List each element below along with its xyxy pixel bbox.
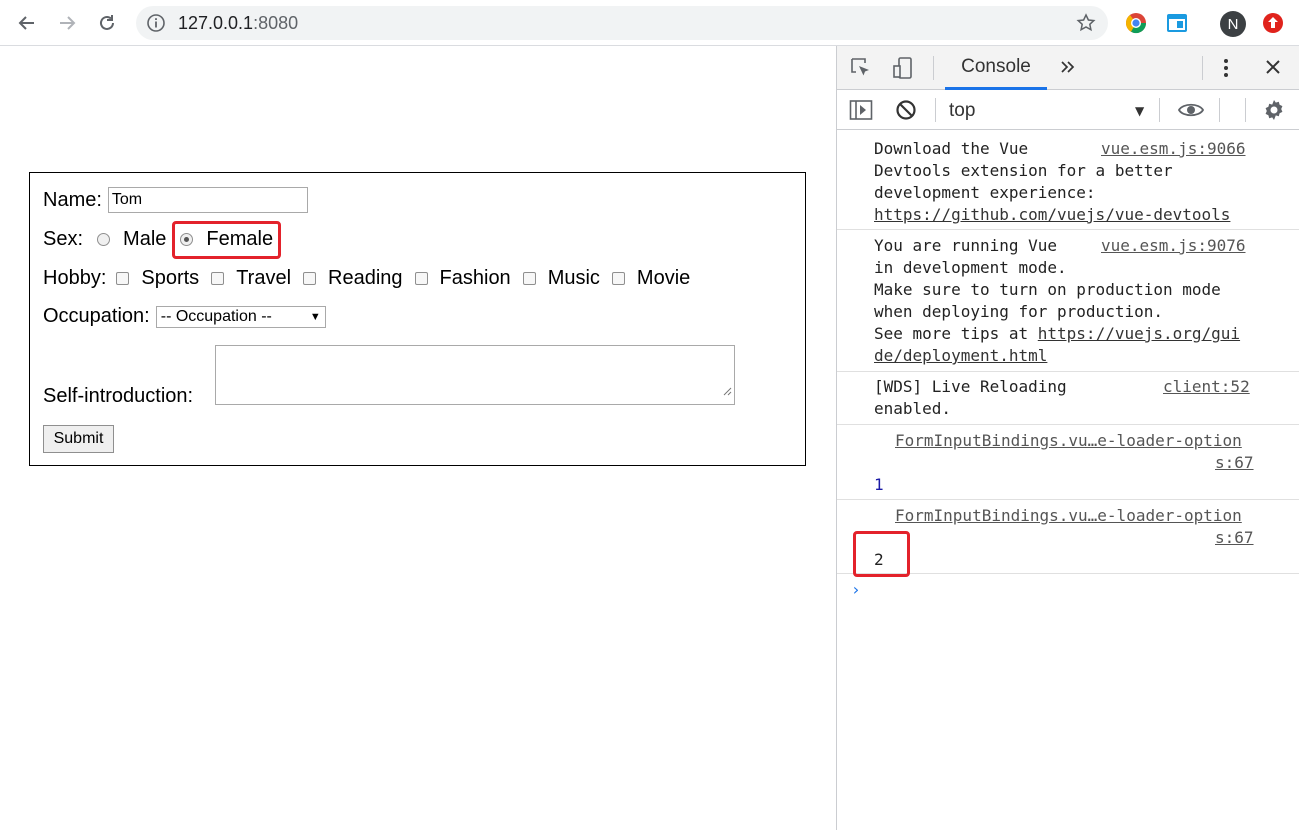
reload-icon[interactable]	[91, 7, 123, 39]
tab-console[interactable]: Console	[945, 46, 1047, 90]
fashion-checkbox[interactable]	[414, 272, 428, 285]
address-bar[interactable]: 127.0.0.1:8080	[136, 6, 1108, 40]
movie-label: Movie	[636, 267, 691, 289]
resize-handle-icon[interactable]	[722, 379, 732, 402]
divider	[933, 56, 934, 80]
name-label: Name:	[43, 188, 102, 211]
sidebar-toggle-icon[interactable]	[849, 99, 873, 121]
more-tabs-icon[interactable]	[1057, 56, 1077, 78]
submit-button[interactable]: Submit	[43, 425, 114, 453]
intro-label: Self-introduction:	[43, 385, 194, 407]
console-prompt[interactable]: ›	[851, 580, 861, 599]
source-link[interactable]: FormInputBindings.vu…e-loader-option	[895, 505, 1242, 527]
message-text: development experience:	[874, 183, 1096, 202]
divider	[1245, 98, 1246, 122]
male-radio[interactable]	[97, 233, 111, 246]
travel-checkbox[interactable]	[211, 272, 225, 285]
console-message: [WDS] Live Reloading client:52 enabled.	[837, 372, 1299, 425]
console-message: FormInputBindings.vu…e-loader-option s:6…	[837, 425, 1299, 500]
close-icon[interactable]	[1263, 57, 1283, 77]
source-link[interactable]: vue.esm.js:9066	[1101, 138, 1246, 160]
star-icon[interactable]	[1076, 13, 1096, 37]
profile-avatar[interactable]: N	[1220, 11, 1246, 37]
sports-checkbox[interactable]	[116, 272, 130, 285]
form-container: Name: Sex: Male Female Hobby: Sports Tra…	[29, 172, 806, 466]
occupation-label: Occupation:	[43, 305, 150, 327]
reading-label: Reading	[328, 267, 403, 289]
clear-console-icon[interactable]	[895, 99, 917, 121]
context-dropdown-arrow-icon[interactable]: ▼	[1135, 104, 1144, 118]
female-highlight-box	[172, 221, 281, 259]
console-message: Download the Vue vue.esm.js:9066 Devtool…	[837, 130, 1299, 230]
window-extension-icon[interactable]	[1165, 11, 1189, 35]
url-host: 127.0.0.1	[178, 13, 254, 33]
occupation-selected: -- Occupation --	[160, 307, 272, 325]
message-text: enabled.	[874, 399, 952, 418]
occupation-row: Occupation: -- Occupation -- ▼	[43, 305, 326, 328]
message-text: Devtools extension for a better	[874, 161, 1173, 180]
music-label: Music	[547, 267, 600, 289]
divider	[1202, 56, 1203, 80]
chrome-extension-icon[interactable]	[1124, 11, 1148, 35]
divider	[1159, 98, 1160, 122]
message-link[interactable]: de/deployment.html	[874, 345, 1047, 367]
hobby-label: Hobby:	[43, 267, 107, 289]
fashion-label: Fashion	[439, 267, 511, 289]
intro-row: Self-introduction:	[43, 385, 193, 408]
message-link[interactable]: https://vuejs.org/gui	[1038, 324, 1240, 343]
source-link[interactable]: client:52	[1163, 376, 1250, 398]
devtools-tab-bar: Console	[837, 46, 1299, 90]
back-arrow-icon[interactable]	[11, 7, 43, 39]
hobby-row: Hobby: Sports Travel Reading Fashion Mus…	[43, 267, 690, 290]
message-text: Download the Vue	[874, 139, 1029, 158]
kebab-menu-icon[interactable]	[1221, 56, 1231, 80]
url-text: 127.0.0.1:8080	[178, 13, 298, 34]
message-link[interactable]: https://github.com/vuejs/vue-devtools	[874, 204, 1230, 226]
context-selector[interactable]: top	[949, 100, 975, 122]
divider	[935, 98, 936, 122]
sports-label: Sports	[141, 267, 200, 289]
update-icon[interactable]	[1261, 11, 1285, 35]
male-label: Male	[123, 228, 167, 250]
name-input[interactable]	[107, 187, 308, 213]
console-message: You are running Vue vue.esm.js:9076 in d…	[837, 230, 1299, 372]
intro-textarea[interactable]	[215, 345, 735, 405]
devtools-panel: Console top ▼ Download the Vue vue.esm.j…	[836, 46, 1299, 830]
source-link[interactable]: FormInputBindings.vu…e-loader-option	[895, 430, 1242, 452]
browser-toolbar: 127.0.0.1:8080 N	[0, 0, 1299, 46]
url-port: :8080	[253, 13, 299, 33]
forward-arrow-icon[interactable]	[51, 7, 83, 39]
music-checkbox[interactable]	[522, 272, 536, 285]
message-text: [WDS] Live Reloading	[874, 377, 1067, 396]
source-link[interactable]: s:67	[1215, 452, 1254, 474]
info-icon[interactable]	[146, 13, 166, 37]
message-text: See more tips at	[874, 324, 1038, 343]
message-text: in development mode.	[874, 258, 1067, 277]
source-link[interactable]: vue.esm.js:9076	[1101, 235, 1246, 257]
movie-checkbox[interactable]	[611, 272, 625, 285]
reading-checkbox[interactable]	[303, 272, 317, 285]
dropdown-arrow-icon: ▼	[309, 310, 321, 323]
message-text: Make sure to turn on production mode	[874, 280, 1221, 299]
value-highlight-box	[853, 531, 910, 577]
message-text: You are running Vue	[874, 236, 1058, 255]
console-toolbar: top ▼	[837, 90, 1299, 130]
divider	[1219, 98, 1220, 122]
page-viewport: Name: Sex: Male Female Hobby: Sports Tra…	[0, 46, 836, 830]
device-toolbar-icon[interactable]	[891, 56, 915, 80]
source-link[interactable]: s:67	[1215, 527, 1254, 549]
message-text: when deploying for production.	[874, 302, 1163, 321]
log-value: 1	[874, 475, 884, 494]
name-row: Name:	[43, 187, 308, 213]
occupation-select[interactable]: -- Occupation -- ▼	[155, 305, 326, 328]
eye-icon[interactable]	[1177, 99, 1205, 121]
gear-icon[interactable]	[1262, 98, 1286, 122]
travel-label: Travel	[236, 267, 292, 289]
sex-label: Sex:	[43, 228, 84, 250]
inspect-element-icon[interactable]	[849, 56, 873, 80]
